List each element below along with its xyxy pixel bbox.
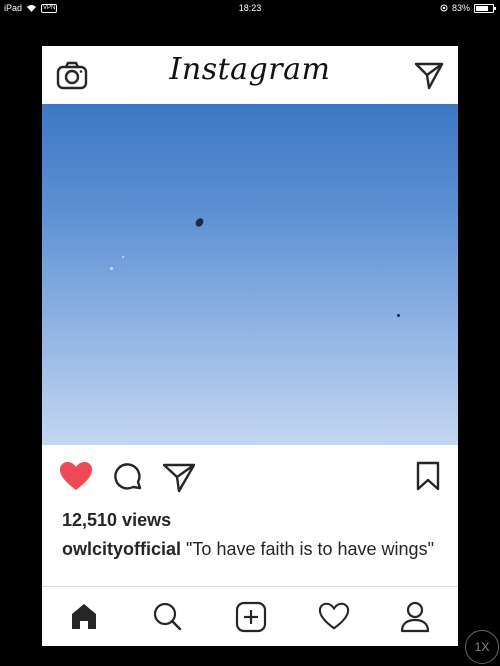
post-caption: owlcityofficial "To have faith is to hav…: [62, 538, 442, 560]
bookmark-icon[interactable]: [416, 461, 440, 491]
add-post-icon[interactable]: [235, 601, 267, 633]
like-heart-icon[interactable]: [59, 461, 93, 491]
post-photo[interactable]: [42, 104, 458, 445]
tab-bar: [42, 586, 458, 646]
view-count: 12,510 views: [62, 510, 172, 530]
bird: [397, 314, 400, 317]
bird: [194, 216, 205, 229]
search-icon[interactable]: [152, 601, 182, 631]
app-header: Instagram: [42, 46, 458, 104]
playback-speed-button[interactable]: 1X: [465, 630, 499, 664]
profile-icon[interactable]: [400, 601, 430, 633]
battery-icon: [474, 3, 496, 13]
status-bar: iPad VPN 18:23 83%: [0, 0, 500, 16]
direct-send-icon[interactable]: [414, 60, 444, 90]
instagram-card: Instagram 12,510 views owlcityofficial "…: [42, 46, 458, 646]
status-time: 18:23: [238, 3, 262, 13]
share-icon[interactable]: [162, 461, 196, 493]
app-logo: Instagram: [169, 52, 331, 87]
caption-username[interactable]: owlcityofficial: [62, 539, 181, 559]
bird: [110, 267, 113, 270]
home-icon[interactable]: [69, 601, 99, 631]
battery-percent: 83%: [451, 3, 470, 13]
location-icon: [440, 4, 448, 12]
caption-text: "To have faith is to have wings": [186, 539, 434, 559]
comment-icon[interactable]: [112, 461, 144, 493]
post-actions: [42, 455, 458, 495]
bird: [122, 256, 124, 258]
activity-heart-icon[interactable]: [318, 601, 350, 631]
